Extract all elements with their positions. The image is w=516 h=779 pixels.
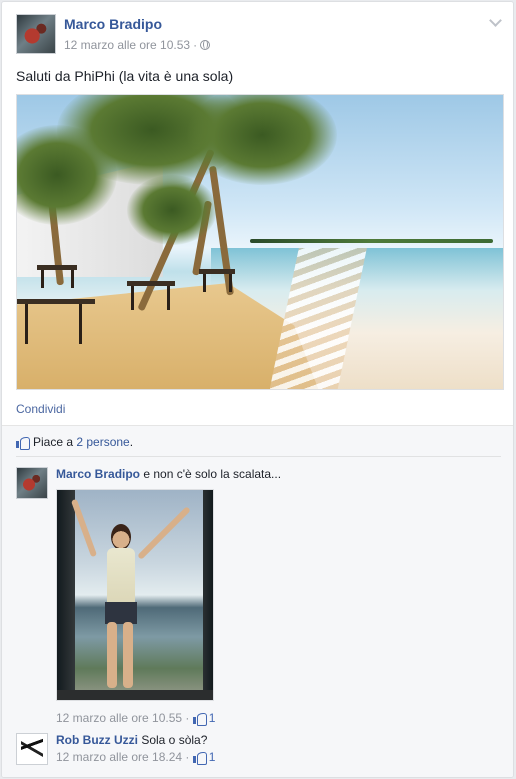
comment-avatar[interactable] bbox=[16, 733, 48, 765]
globe-icon[interactable] bbox=[200, 40, 211, 50]
photo-figure-arm bbox=[137, 506, 191, 560]
post-text: Saluti da PhiPhi (la vita è una sola) bbox=[16, 68, 234, 84]
comment-like-count[interactable]: 1 bbox=[209, 711, 216, 725]
table-leg bbox=[131, 286, 134, 310]
comment: Marco Bradipo e non c'è solo la scalata.… bbox=[16, 467, 501, 727]
photo-window-frame bbox=[57, 490, 75, 700]
post-header: Marco Bradipo 12 marzo alle ore 10.53 · bbox=[16, 14, 504, 56]
thumbs-up-icon[interactable] bbox=[192, 712, 207, 726]
palm-fronds bbox=[127, 175, 217, 245]
comment-body: Marco Bradipo e non c'è solo la scalata.… bbox=[56, 467, 501, 481]
table-leg bbox=[41, 270, 44, 288]
feedback-section: Piace a 2 persone. Marco Bradipo e non c… bbox=[2, 425, 513, 777]
comment-avatar[interactable] bbox=[16, 467, 48, 499]
table-leg bbox=[167, 286, 170, 310]
photo-shoreline bbox=[250, 239, 494, 244]
comment-like-count[interactable]: 1 bbox=[209, 750, 216, 764]
post-photo[interactable] bbox=[16, 94, 504, 390]
comment-body: Rob Buzz Uzzi Sola o sòla? bbox=[56, 733, 501, 747]
chevron-down-icon[interactable] bbox=[488, 16, 502, 28]
post-meta: 12 marzo alle ore 10.53 · bbox=[64, 38, 211, 52]
likes-text: Piace a 2 persone. bbox=[33, 435, 133, 449]
photo-figure-shorts bbox=[105, 602, 137, 624]
photo-figure-leg bbox=[107, 622, 117, 688]
comment-meta: 12 marzo alle ore 10.55 · 1 bbox=[56, 711, 216, 726]
post-card: Marco Bradipo 12 marzo alle ore 10.53 · S… bbox=[1, 1, 514, 778]
meta-separator: · bbox=[185, 711, 190, 725]
comment-author[interactable]: Rob Buzz Uzzi bbox=[56, 733, 138, 747]
likes-suffix: . bbox=[129, 435, 134, 449]
post-timestamp[interactable]: 12 marzo alle ore 10.53 bbox=[64, 38, 190, 52]
photo-floor bbox=[57, 690, 213, 700]
author-avatar[interactable] bbox=[16, 14, 56, 54]
comment-text: Sola o sòla? bbox=[138, 733, 208, 747]
comment: Rob Buzz Uzzi Sola o sòla? 12 marzo alle… bbox=[16, 733, 501, 769]
table-leg bbox=[79, 304, 82, 344]
thumbs-up-icon[interactable] bbox=[192, 751, 207, 765]
comment-text: e non c'è solo la scalata... bbox=[140, 467, 282, 481]
comment-timestamp[interactable]: 12 marzo alle ore 10.55 bbox=[56, 711, 182, 725]
thumbs-up-icon bbox=[16, 436, 30, 450]
table-leg bbox=[71, 270, 74, 288]
comment-photo[interactable] bbox=[56, 489, 214, 701]
likes-prefix: Piace a bbox=[33, 435, 77, 449]
comment-timestamp[interactable]: 12 marzo alle ore 18.24 bbox=[56, 750, 182, 764]
meta-separator: · bbox=[193, 38, 198, 52]
palm-fronds bbox=[187, 95, 337, 185]
table-leg bbox=[203, 274, 206, 292]
photo-figure-head bbox=[111, 524, 131, 550]
photo-figure-leg bbox=[123, 622, 133, 688]
table-leg bbox=[229, 274, 232, 292]
comment-author[interactable]: Marco Bradipo bbox=[56, 467, 140, 481]
likes-summary: Piace a 2 persone. bbox=[16, 435, 501, 457]
author-name[interactable]: Marco Bradipo bbox=[64, 16, 162, 32]
table-leg bbox=[25, 304, 28, 344]
comment-meta: 12 marzo alle ore 18.24 · 1 bbox=[56, 750, 216, 765]
photo-figure-torso bbox=[107, 548, 135, 604]
beach-table bbox=[17, 299, 95, 304]
photo-window-frame bbox=[203, 490, 213, 700]
likes-people-link[interactable]: 2 persone bbox=[76, 435, 129, 449]
meta-separator: · bbox=[185, 750, 190, 764]
share-link[interactable]: Condividi bbox=[16, 402, 65, 416]
